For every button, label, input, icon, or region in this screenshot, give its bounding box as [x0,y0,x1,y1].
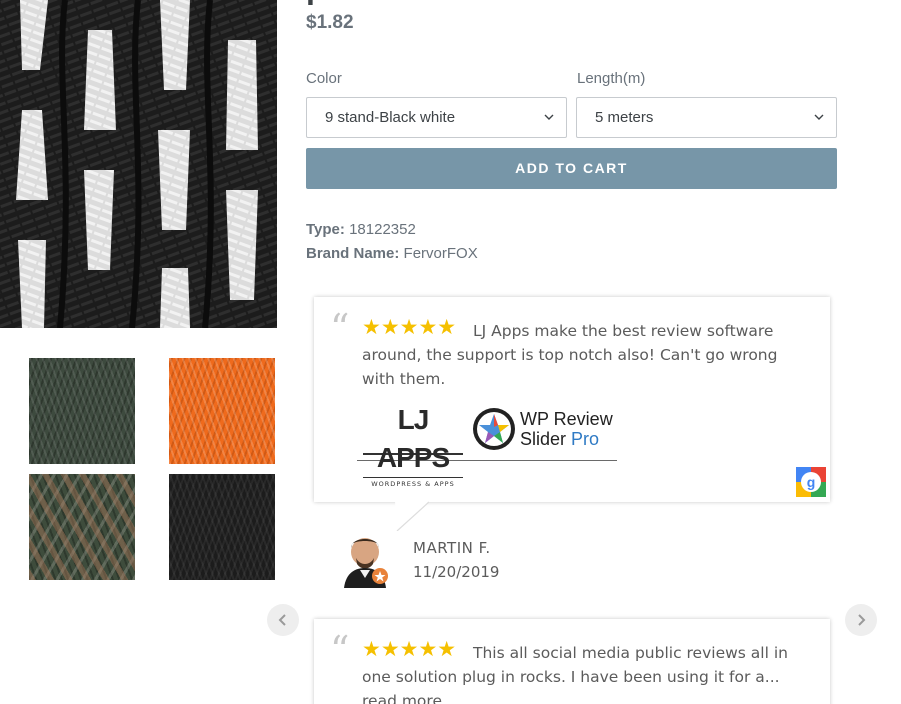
thumbnail-orange[interactable] [169,358,275,464]
wp-logo-line1: WP Review [520,409,613,429]
chevron-right-icon [858,614,866,626]
thumbnail-camo[interactable] [29,474,135,580]
slider-prev-button[interactable] [267,604,299,636]
review-card: “ ★★★★★ This all social media public rev… [314,619,830,704]
avatar[interactable] [340,528,390,588]
thumbnail-black[interactable] [169,474,275,580]
review-text: LJ Apps make the best review software ar… [362,322,778,388]
length-option-label: Length(m) [577,70,646,87]
quote-icon: “ [330,628,350,672]
product-type-key: Type: [306,221,345,238]
product-main-image[interactable] [0,0,277,328]
chevron-left-icon [278,614,286,626]
review-pointer [395,501,429,531]
wp-review-slider-logo-text: WP Review Slider Pro [520,409,613,449]
length-select-value: 5 meters [595,109,654,126]
color-select-value: 9 stand-Black white [325,109,456,126]
color-option-label: Color [306,70,342,87]
product-brand-key: Brand Name: [306,245,400,262]
product-brand-value: FervorFOX [403,245,478,262]
length-select[interactable]: 5 meters [576,97,837,138]
read-more-link[interactable]: read more [362,692,442,704]
wp-logo-line2a: Slider [520,429,567,449]
review-text-body: This all social media public reviews all… [362,644,788,686]
review-card: “ ★★★★★ LJ Apps make the best review sof… [314,297,830,502]
lj-apps-logo-text: LJ APPS [376,404,450,473]
chevron-down-icon [814,114,824,120]
lj-apps-logo-subtext: WORDPRESS & APPS [363,477,463,488]
review-date: 11/20/2019 [413,563,500,581]
product-price: $1.82 [306,12,354,33]
review-text: This all social media public reviews all… [362,641,802,704]
lj-apps-logo: LJ APPS WORDPRESS & APPS [363,401,463,488]
chevron-down-icon [544,114,554,120]
slider-next-button[interactable] [845,604,877,636]
product-type-value: 18122352 [349,221,416,238]
product-type: Type: 18122352 [306,221,416,238]
wp-logo-line2b: Pro [571,429,600,449]
quote-icon: “ [330,306,350,350]
google-icon: g [796,467,826,497]
product-brand: Brand Name: FervorFOX [306,245,478,262]
color-select[interactable]: 9 stand-Black white [306,97,567,138]
thumbnail-olive-green[interactable] [29,358,135,464]
wp-review-slider-logo-icon [473,408,515,450]
paracord-image [0,0,277,328]
add-to-cart-button[interactable]: ADD TO CART [306,148,837,189]
svg-text:g: g [807,474,816,490]
reviewer-name: MARTIN F. [413,539,491,557]
review-logos: LJ APPS WORDPRESS & APPS WP Review Slide… [357,401,617,488]
